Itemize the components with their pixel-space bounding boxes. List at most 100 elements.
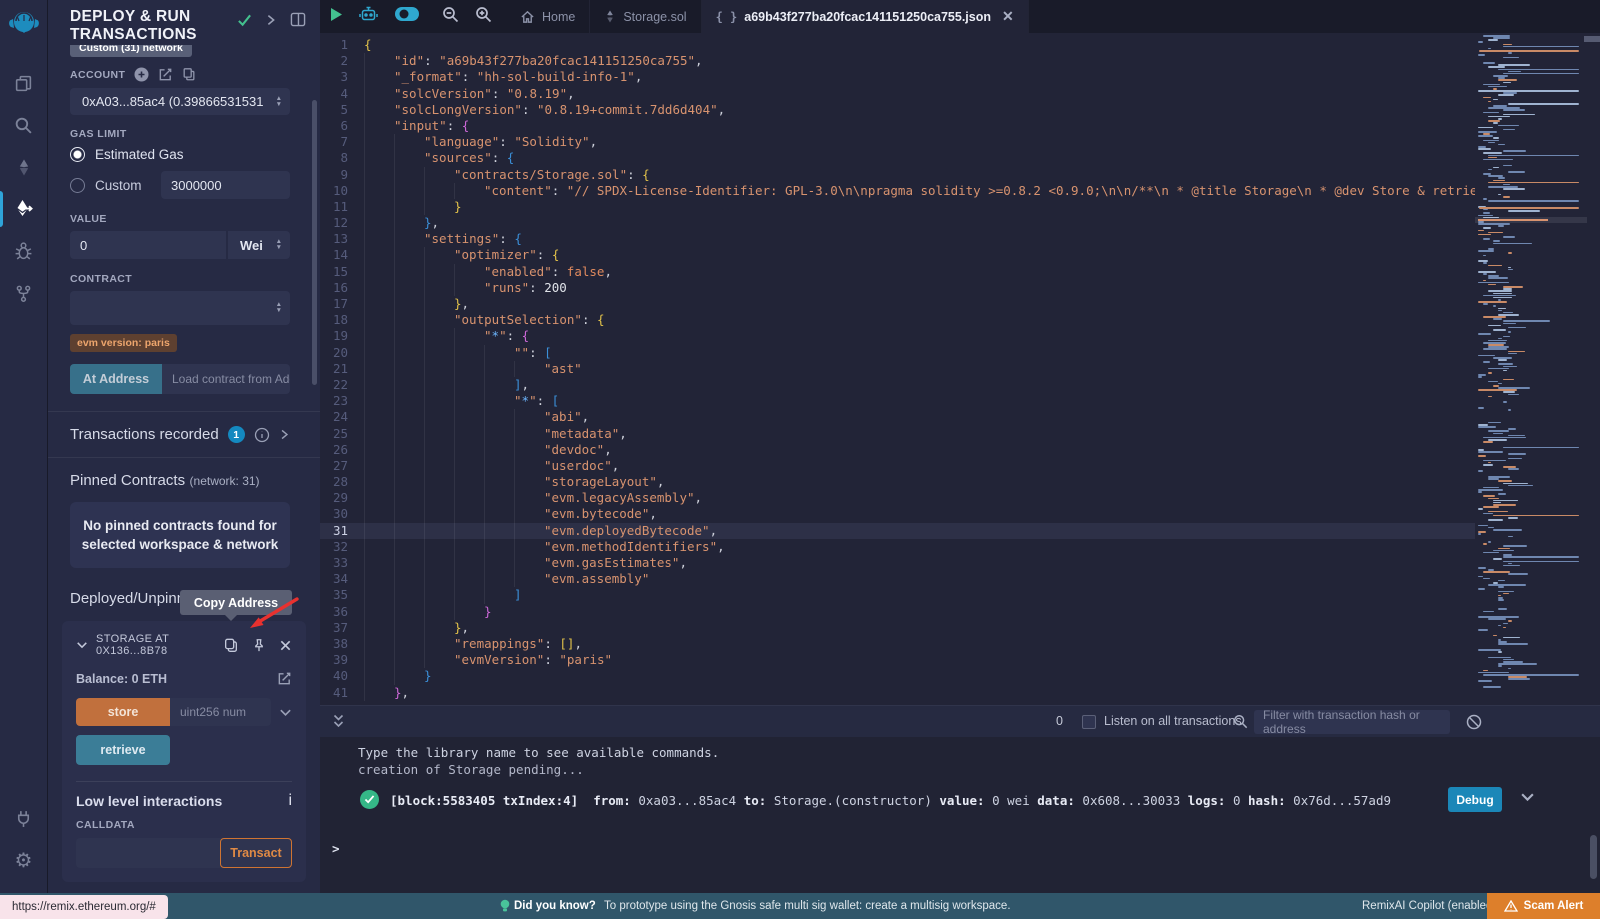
- stepper-icon[interactable]: ▲▼: [276, 96, 282, 108]
- code-line[interactable]: 9"contracts/Storage.sol": {: [320, 167, 1475, 183]
- code-line[interactable]: 26"devdoc",: [320, 442, 1475, 458]
- remove-contract-icon[interactable]: [279, 639, 292, 652]
- debug-button[interactable]: Debug: [1448, 787, 1502, 812]
- code-line[interactable]: 25"metadata",: [320, 426, 1475, 442]
- code-line[interactable]: 8"sources": {: [320, 150, 1475, 166]
- code-line[interactable]: 15"enabled": false,: [320, 264, 1475, 280]
- code-line[interactable]: 2"id": "a69b43f277ba20fcac141151250ca755…: [320, 53, 1475, 69]
- estimated-gas-radio[interactable]: [70, 147, 85, 162]
- code-line[interactable]: 37},: [320, 620, 1475, 636]
- copilot-toggle-icon[interactable]: [394, 6, 420, 27]
- code-line[interactable]: 17},: [320, 296, 1475, 312]
- custom-gas-option[interactable]: Custom: [95, 178, 151, 193]
- source-control-icon[interactable]: [0, 272, 48, 314]
- code-line[interactable]: 22],: [320, 377, 1475, 393]
- custom-gas-radio[interactable]: [70, 178, 85, 193]
- edit-balance-icon[interactable]: [277, 671, 292, 686]
- minimap[interactable]: [1475, 33, 1587, 705]
- terminal-prompt[interactable]: >: [332, 841, 340, 856]
- tab-storage-sol[interactable]: Storage.sol: [590, 0, 701, 33]
- code-line[interactable]: 27"userdoc",: [320, 458, 1475, 474]
- custom-gas-input[interactable]: 3000000: [161, 171, 290, 199]
- value-unit-select[interactable]: Wei ▲▼: [228, 231, 290, 259]
- at-address-button[interactable]: At Address: [70, 364, 162, 394]
- panel-scrollbar[interactable]: [312, 100, 317, 385]
- code-line[interactable]: 20"": [: [320, 345, 1475, 361]
- retrieve-button[interactable]: retrieve: [76, 735, 170, 765]
- load-contract-input[interactable]: Load contract from Address: [162, 364, 290, 394]
- estimated-gas-option[interactable]: Estimated Gas: [95, 147, 184, 162]
- transaction-log-line[interactable]: [block:5583405 txIndex:4] from: 0xa03...…: [390, 793, 1391, 808]
- code-line[interactable]: 13"settings": {: [320, 231, 1475, 247]
- code-line[interactable]: 18"outputSelection": {: [320, 312, 1475, 328]
- contract-select[interactable]: ▲▼: [70, 291, 290, 325]
- store-button[interactable]: store: [76, 698, 170, 726]
- code-line[interactable]: 30"evm.bytecode",: [320, 506, 1475, 522]
- terminal-output[interactable]: Type the library name to see available c…: [320, 737, 1600, 893]
- terminal-filter-input[interactable]: Filter with transaction hash or address: [1254, 710, 1450, 734]
- add-account-icon[interactable]: [134, 67, 149, 82]
- remix-logo-icon[interactable]: [7, 7, 41, 46]
- value-input[interactable]: 0: [70, 231, 226, 259]
- zoom-out-icon[interactable]: [442, 6, 459, 28]
- code-line[interactable]: 11}: [320, 199, 1475, 215]
- clear-console-icon[interactable]: [1466, 714, 1482, 735]
- collapse-terminal-icon[interactable]: [332, 713, 345, 735]
- code-line[interactable]: 31"evm.deployedBytecode",: [320, 523, 1475, 539]
- tab-home[interactable]: Home: [506, 0, 590, 33]
- chevron-right-icon[interactable]: [265, 13, 277, 27]
- listen-all-label[interactable]: Listen on all transactions: [1104, 714, 1242, 728]
- tab-build-info-json[interactable]: { } a69b43f277ba20fcac141151250ca755.jso…: [702, 0, 1029, 33]
- code-line[interactable]: 24"abi",: [320, 409, 1475, 425]
- solidity-compiler-icon[interactable]: [0, 146, 48, 188]
- plugin-manager-icon[interactable]: [0, 797, 48, 839]
- code-line[interactable]: 7"language": "Solidity",: [320, 134, 1475, 150]
- scam-alert-button[interactable]: Scam Alert: [1487, 893, 1600, 919]
- code-line[interactable]: 34"evm.assembly": [320, 571, 1475, 587]
- code-line[interactable]: 5"solcLongVersion": "0.8.19+commit.7dd6d…: [320, 102, 1475, 118]
- code-line[interactable]: 14"optimizer": {: [320, 247, 1475, 263]
- search-icon[interactable]: [0, 104, 48, 146]
- listen-all-checkbox[interactable]: [1082, 715, 1096, 729]
- copy-account-icon[interactable]: [182, 67, 196, 82]
- close-tab-icon[interactable]: ✕: [1002, 8, 1014, 25]
- low-level-info-icon[interactable]: i: [288, 792, 292, 810]
- code-line[interactable]: 6"input": {: [320, 118, 1475, 134]
- editor-scrollbar-thumb[interactable]: [1584, 36, 1600, 42]
- expand-args-icon[interactable]: [279, 706, 292, 719]
- deployed-contract-name[interactable]: STORAGE AT 0X136...8B78: [96, 633, 223, 657]
- copilot-status[interactable]: RemixAI Copilot (enabled): [1362, 893, 1496, 919]
- run-script-icon[interactable]: [330, 7, 343, 27]
- expand-tx-icon[interactable]: [1520, 791, 1535, 807]
- code-line[interactable]: 38"remappings": [],: [320, 636, 1475, 652]
- copy-address-icon[interactable]: [223, 637, 239, 654]
- code-line[interactable]: 28"storageLayout",: [320, 474, 1475, 490]
- code-line[interactable]: 29"evm.legacyAssembly",: [320, 490, 1475, 506]
- code-line[interactable]: 35]: [320, 587, 1475, 603]
- pin-panel-icon[interactable]: [290, 12, 306, 27]
- deploy-and-run-icon[interactable]: [0, 188, 48, 230]
- transact-button[interactable]: Transact: [220, 838, 292, 868]
- code-line[interactable]: 4"solcVersion": "0.8.19",: [320, 86, 1475, 102]
- pin-contract-icon[interactable]: [252, 637, 266, 653]
- ai-assistant-icon[interactable]: [359, 5, 378, 28]
- code-line[interactable]: 3"_format": "hh-sol-build-info-1",: [320, 69, 1475, 85]
- terminal-scrollbar[interactable]: [1590, 835, 1597, 879]
- code-line[interactable]: 36}: [320, 604, 1475, 620]
- code-line[interactable]: 39"evmVersion": "paris": [320, 652, 1475, 668]
- account-select[interactable]: 0xA03...85ac4 (0.39866531531 ▲▼: [70, 88, 290, 115]
- code-line[interactable]: 10"content": "// SPDX-License-Identifier…: [320, 183, 1475, 199]
- code-line[interactable]: 19"*": {: [320, 328, 1475, 344]
- code-line[interactable]: 40}: [320, 668, 1475, 684]
- code-line[interactable]: 16"runs": 200: [320, 280, 1475, 296]
- code-line[interactable]: 21"ast": [320, 361, 1475, 377]
- code-editor[interactable]: 1{2"id": "a69b43f277ba20fcac141151250ca7…: [320, 33, 1600, 705]
- code-line[interactable]: 23"*": [: [320, 393, 1475, 409]
- settings-icon[interactable]: ⚙: [0, 839, 48, 881]
- expand-transactions-icon[interactable]: [279, 428, 290, 441]
- info-icon[interactable]: [254, 427, 270, 443]
- collapse-contract-icon[interactable]: [76, 639, 88, 651]
- code-line[interactable]: 1{: [320, 37, 1475, 53]
- store-arg-input[interactable]: uint256 num: [170, 698, 271, 726]
- code-line[interactable]: 41},: [320, 685, 1475, 701]
